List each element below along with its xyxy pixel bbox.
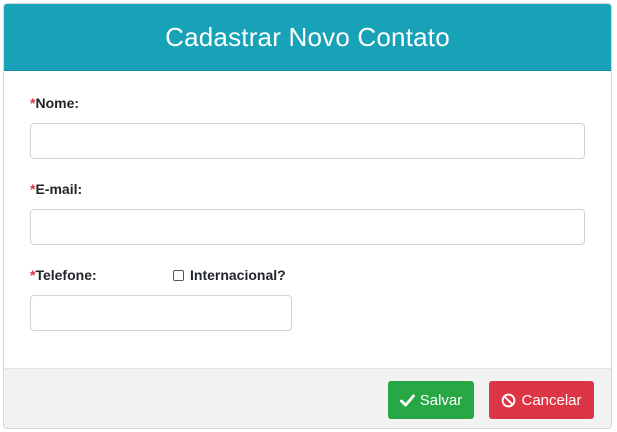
email-input[interactable]: [30, 209, 585, 245]
modal-header: Cadastrar Novo Contato: [4, 4, 611, 71]
nome-label: *Nome:: [30, 95, 79, 111]
internacional-label: Internacional?: [190, 267, 286, 283]
nome-input[interactable]: [30, 123, 585, 159]
save-button[interactable]: Salvar: [388, 381, 474, 419]
telefone-label: *Telefone:: [30, 267, 97, 283]
ban-icon: [501, 393, 516, 408]
email-label: *E-mail:: [30, 181, 82, 197]
cancel-button[interactable]: Cancelar: [489, 381, 594, 419]
modal-title: Cadastrar Novo Contato: [165, 21, 450, 52]
nome-label-text: Nome:: [35, 95, 80, 111]
internacional-checkbox[interactable]: [173, 269, 184, 281]
check-icon: [399, 393, 415, 407]
cancel-label: Cancelar: [521, 391, 582, 409]
save-label: Salvar: [419, 391, 463, 409]
modal-footer: Salvar Cancelar: [4, 368, 611, 428]
modal-body: *Nome: *E-mail: *Telefone: Internacional…: [4, 71, 611, 369]
email-label-text: E-mail:: [35, 181, 83, 197]
contact-modal: Cadastrar Novo Contato *Nome: *E-mail: *…: [3, 3, 612, 429]
telefone-label-text: Telefone:: [35, 267, 97, 283]
telefone-input[interactable]: [30, 295, 292, 331]
internacional-toggle[interactable]: Internacional?: [173, 267, 286, 283]
